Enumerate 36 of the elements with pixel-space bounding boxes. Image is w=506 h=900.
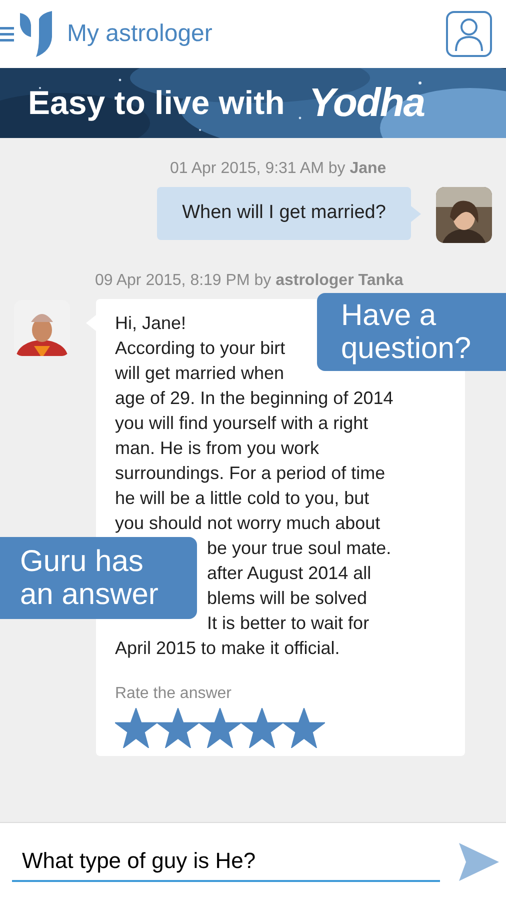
- callout-banner: Guru has an answer: [0, 537, 197, 619]
- message-meta: 09 Apr 2015, 8:19 PM by astrologer Tanka: [95, 271, 404, 291]
- answer-text: April 2015 to make it official.: [115, 638, 340, 658]
- answer-text: surroundings. For a period of time: [115, 463, 386, 483]
- answer-text: after August 2014 all: [207, 563, 372, 583]
- bubble-tail: [411, 206, 421, 222]
- send-button[interactable]: [458, 842, 500, 882]
- answer-text: age of 29. In the beginning of 2014: [115, 388, 394, 408]
- menu-icon[interactable]: [0, 25, 14, 43]
- send-icon: [459, 842, 499, 880]
- banner-tagline: Easy to live with: [28, 83, 285, 124]
- answer-text: will get married when: [115, 363, 284, 383]
- profile-button[interactable]: [446, 11, 492, 57]
- star-icon[interactable]: [115, 708, 157, 748]
- answer-text: man. He is from you work: [115, 438, 320, 458]
- answer-text: Hi, Jane!: [115, 313, 186, 333]
- answer-text: be your true soul mate.: [207, 538, 392, 558]
- answer-text: According to your birt: [115, 338, 286, 358]
- message-meta: 01 Apr 2015, 9:31 AM by Jane: [170, 159, 388, 179]
- star-icon[interactable]: [283, 708, 325, 748]
- brand-logo: Yodha: [308, 80, 424, 127]
- user-icon: [454, 17, 484, 51]
- answer-text: It is better to wait for: [207, 613, 370, 633]
- answer-text: blems will be solved: [207, 588, 368, 608]
- answer-text: he will be a little cold to you, but: [115, 488, 370, 508]
- answer-text: you should not worry much about: [115, 513, 380, 533]
- rating-label: Rate the answer: [115, 684, 233, 704]
- star-icon[interactable]: [157, 708, 199, 748]
- logo-icon: [20, 11, 52, 57]
- answer-text: you will find yourself with a right: [115, 413, 368, 433]
- question-bubble: When will I get married?: [157, 187, 411, 240]
- app-title: My astrologer: [67, 19, 212, 49]
- star-icon[interactable]: [241, 708, 283, 748]
- callout-banner: Have a question?: [317, 293, 506, 371]
- message-input[interactable]: What type of guy is He?: [12, 842, 440, 882]
- star-icon[interactable]: [199, 708, 241, 748]
